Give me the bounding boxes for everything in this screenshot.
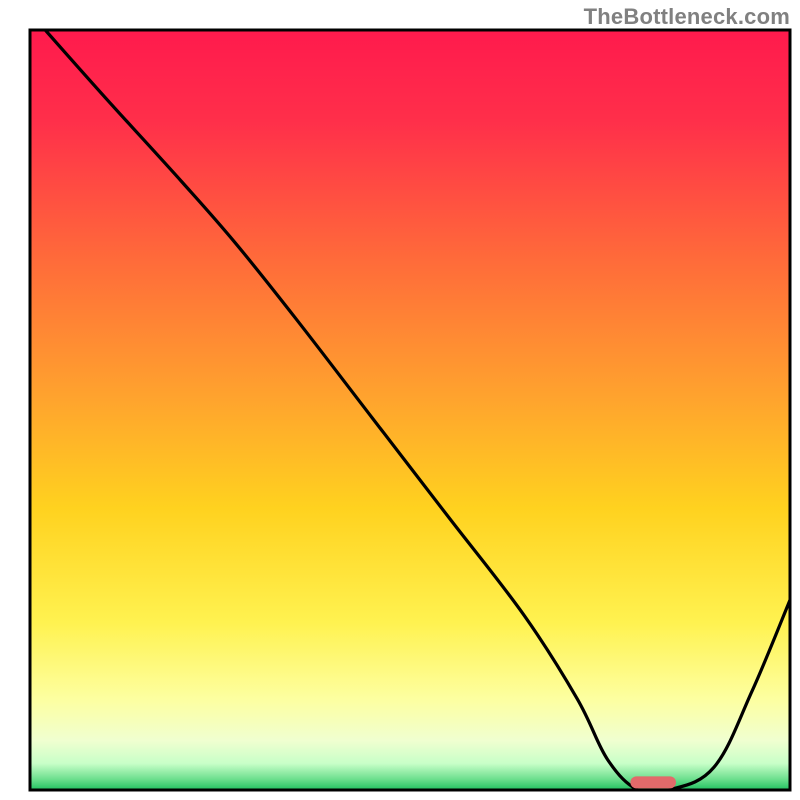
optimal-marker bbox=[630, 776, 676, 788]
bottleneck-chart bbox=[0, 0, 800, 800]
watermark-text: TheBottleneck.com bbox=[584, 4, 790, 30]
heat-gradient-background bbox=[30, 30, 790, 790]
chart-container: TheBottleneck.com bbox=[0, 0, 800, 800]
